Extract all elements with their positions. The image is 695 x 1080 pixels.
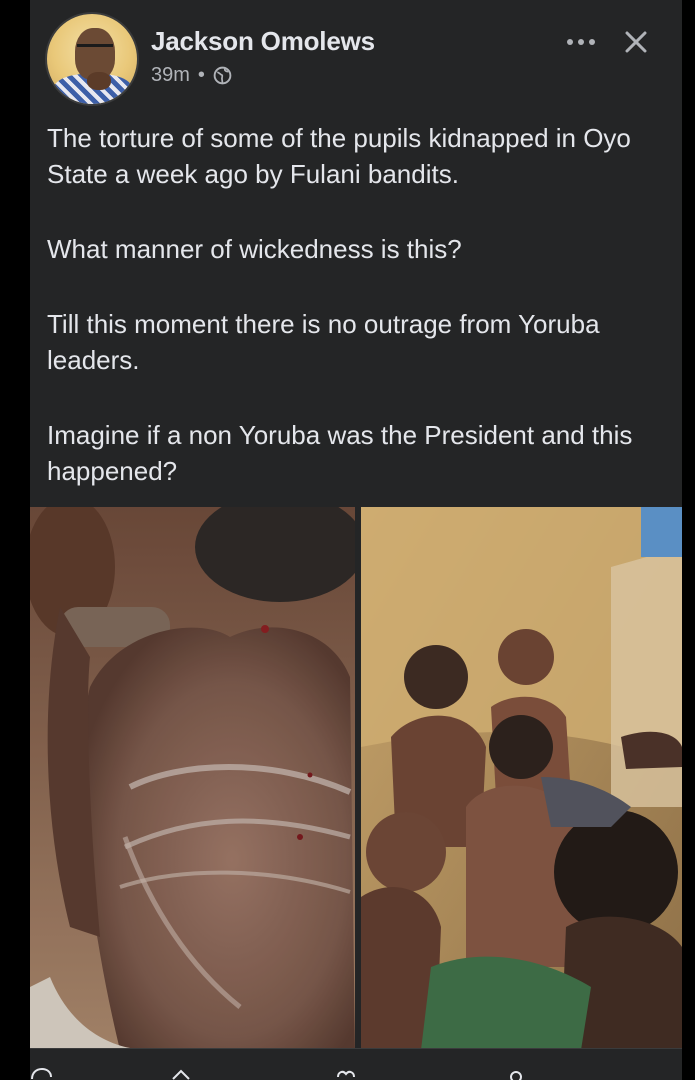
author-name[interactable]: Jackson Omolews [151, 26, 375, 57]
post-header: Jackson Omolews 39m • [30, 0, 682, 110]
post-paragraph: Till this moment there is no outrage fro… [47, 309, 600, 375]
post-photo-2[interactable] [361, 507, 682, 1050]
post-photo-1[interactable] [30, 507, 355, 1050]
close-icon[interactable] [620, 26, 652, 58]
more-horizontal-icon-dot-3 [589, 39, 595, 45]
photo-1-image [30, 507, 355, 1050]
avatar-glasses [77, 44, 113, 55]
heart-icon[interactable] [335, 1065, 357, 1080]
person-icon[interactable] [505, 1065, 527, 1080]
post-paragraph: The torture of some of the pupils kidnap… [47, 123, 631, 189]
author-avatar[interactable] [45, 12, 139, 106]
globe-icon[interactable] [213, 66, 232, 85]
more-horizontal-icon-dot-2 [578, 39, 584, 45]
more-horizontal-icon-dot-1 [567, 39, 573, 45]
avatar-hand [87, 72, 111, 90]
screen: Jackson Omolews 39m • The torture of som… [0, 0, 695, 1080]
post-paragraph: What manner of wickedness is this? [47, 234, 462, 264]
post-paragraph: Imagine if a non Yoruba was the Presiden… [47, 420, 633, 486]
post-timestamp[interactable]: 39m [151, 64, 190, 87]
comment-icon[interactable] [30, 1065, 52, 1080]
meta-separator: • [197, 64, 205, 86]
more-options-button[interactable] [560, 30, 602, 54]
share-icon[interactable] [170, 1065, 192, 1080]
post-body: The torture of some of the pupils kidnap… [47, 120, 667, 489]
post-media[interactable] [30, 507, 682, 1050]
post-card: Jackson Omolews 39m • The torture of som… [30, 0, 682, 1080]
action-bar [30, 1048, 682, 1080]
photo-2-image [361, 507, 682, 1050]
post-meta: 39m • [151, 64, 232, 87]
